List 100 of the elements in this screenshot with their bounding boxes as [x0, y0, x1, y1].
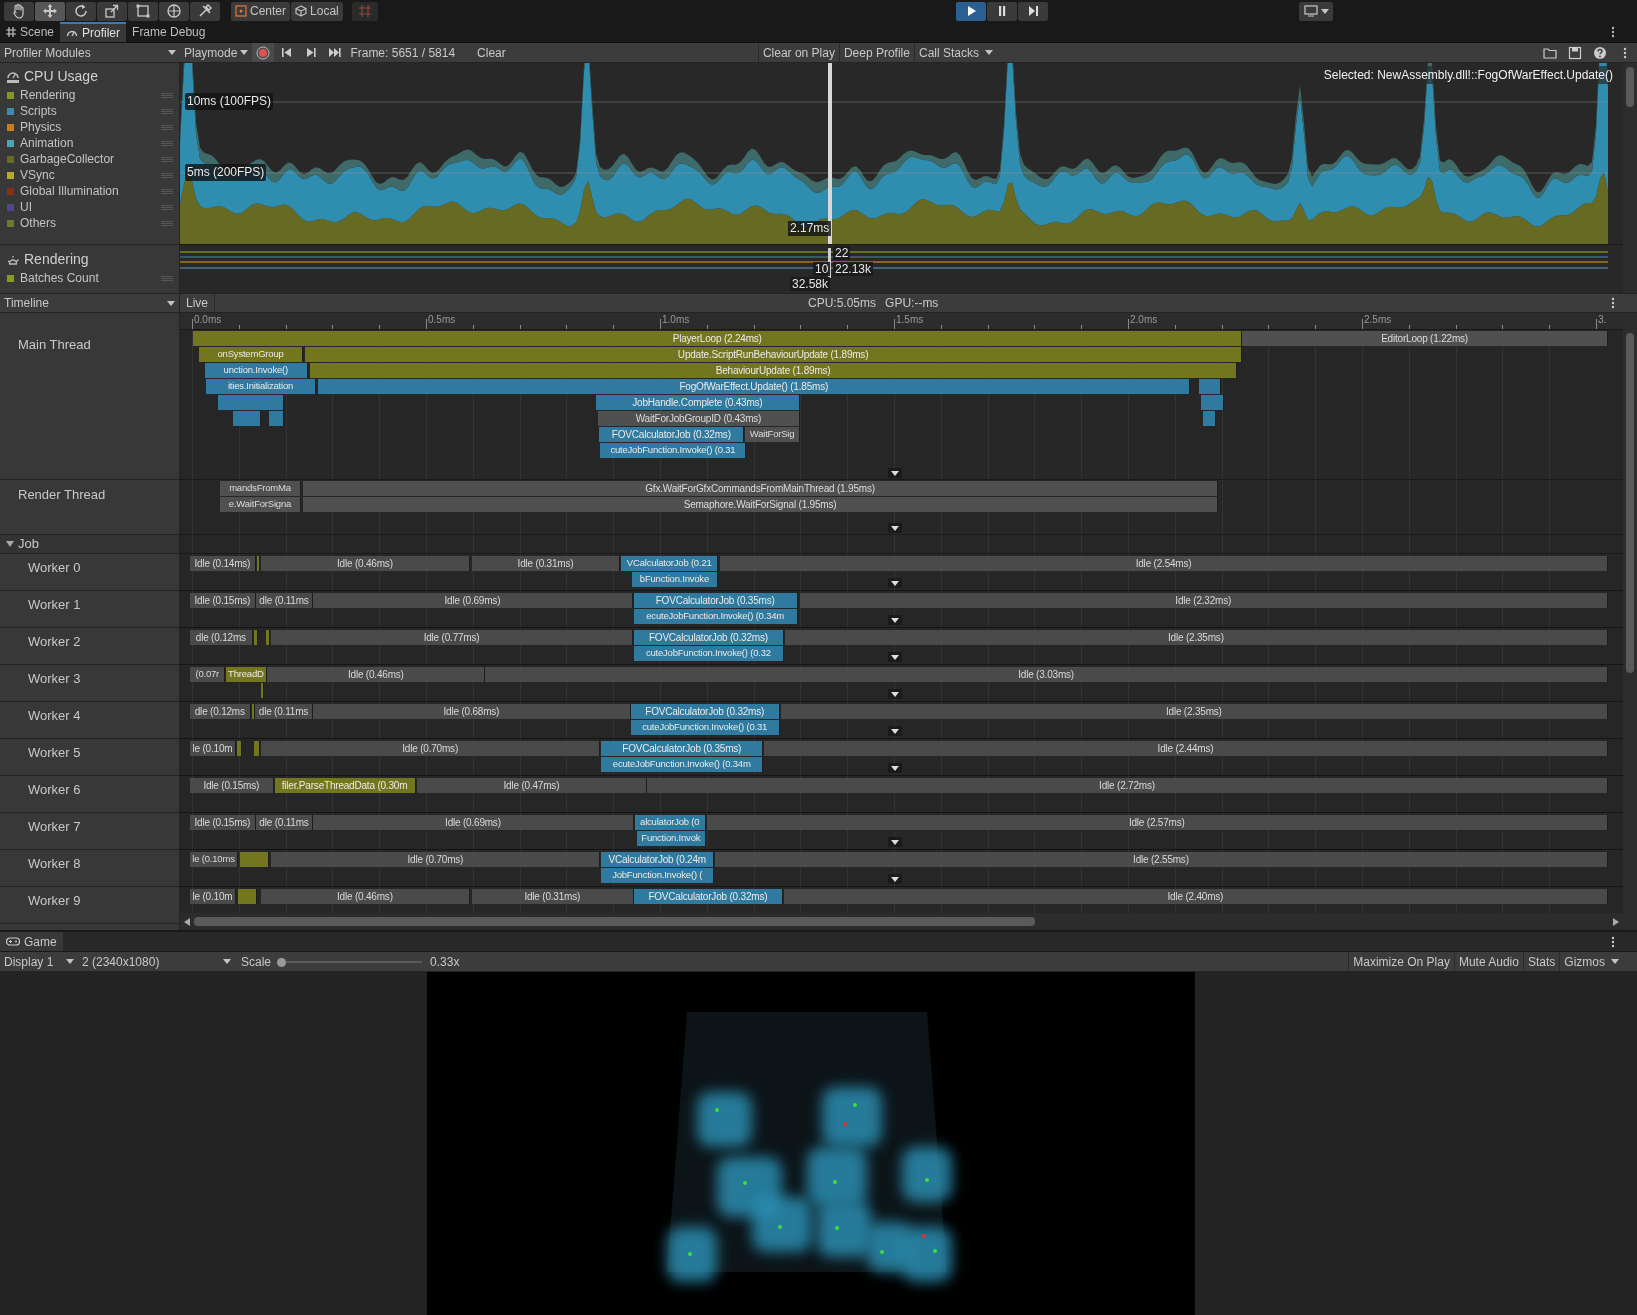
profiler-sample[interactable]: Idle (2.54ms) [720, 556, 1608, 571]
grid-snap-button[interactable] [351, 1, 378, 21]
display-dropdown[interactable]: Display 1 [0, 952, 78, 971]
thread-label[interactable]: Worker 9 [28, 891, 81, 911]
thread-label[interactable]: Worker 6 [28, 780, 81, 800]
profiler-sample[interactable]: Idle (3.03ms) [485, 667, 1608, 682]
profiler-sample[interactable]: cuteJobFunction.Invoke() (0.31 [600, 443, 747, 458]
tool-button[interactable] [4, 1, 34, 21]
window-tab[interactable]: Game [0, 932, 63, 951]
thread-label[interactable]: Worker 2 [28, 632, 81, 652]
profiler-sample[interactable]: (0.07r [190, 667, 226, 682]
playback-button[interactable] [987, 1, 1017, 21]
record-button[interactable] [252, 43, 275, 62]
profiler-sample[interactable]: Function.Invok [636, 831, 706, 846]
profiler-sample[interactable]: Idle (0.31ms) [471, 889, 634, 904]
profiler-sample[interactable]: Idle (2.35ms) [780, 704, 1608, 719]
clear-button[interactable]: Clear [471, 43, 512, 62]
collapse-caret-icon[interactable] [887, 726, 902, 736]
scrollbar-thumb[interactable] [1626, 67, 1634, 107]
scroll-right-icon[interactable] [1613, 917, 1619, 926]
thread-label[interactable]: Worker 1 [28, 595, 81, 615]
collapse-caret-icon[interactable] [887, 523, 902, 533]
window-tab[interactable]: Profiler [60, 22, 127, 42]
collapse-caret-icon[interactable] [887, 615, 902, 625]
profiler-sample[interactable]: filer.ParseThreadData (0.30m [274, 778, 416, 793]
profiler-sample[interactable]: VCalculatorJob (0.24m [601, 852, 715, 867]
profiler-sample[interactable] [1200, 395, 1224, 410]
profiler-sample[interactable]: FogOfWarEffect.Update() (1.85ms) [318, 379, 1191, 394]
thread-label[interactable]: Worker 7 [28, 817, 81, 837]
collapse-caret-icon[interactable] [887, 874, 902, 884]
target-dropdown[interactable]: Playmode [180, 43, 253, 62]
tool-button[interactable] [190, 1, 220, 21]
live-toggle[interactable]: Live [180, 293, 215, 313]
profiler-sample[interactable] [238, 889, 257, 904]
profiler-sample[interactable] [261, 683, 265, 698]
drag-handle-icon[interactable] [161, 140, 173, 146]
drag-handle-icon[interactable] [161, 108, 173, 114]
profiler-sample[interactable]: onSystemGroup [199, 347, 303, 362]
profiler-sample[interactable]: WaitForSig [745, 427, 800, 442]
legend-label[interactable]: GarbageCollector [20, 150, 161, 168]
profiler-sample[interactable]: Idle (0.70ms) [261, 741, 601, 756]
profiler-sample[interactable]: Idle (2.55ms) [715, 852, 1608, 867]
toggle-button[interactable]: Mute Audio [1453, 952, 1523, 971]
modules-dropdown[interactable]: Profiler Modules [0, 43, 180, 62]
profiler-sample[interactable]: Gfx.WaitForGfxCommandsFromMainThread (1.95ms) [302, 481, 1219, 496]
profiler-sample[interactable]: le (0.10m [190, 741, 236, 756]
profiler-sample[interactable]: Idle (0.47ms) [416, 778, 648, 793]
profiler-sample[interactable] [266, 630, 271, 645]
toggle-button[interactable]: Clear on Play [757, 43, 839, 62]
profiler-sample[interactable]: FOVCalculatorJob (0.32ms) [633, 630, 785, 645]
profiler-sample[interactable]: Idle (2.40ms) [784, 889, 1608, 904]
drag-handle-icon[interactable] [161, 124, 173, 130]
profiler-sample[interactable]: Idle (0.14ms) [190, 556, 256, 571]
more-options-icon[interactable] [1611, 297, 1615, 309]
legend-label[interactable]: Scripts [20, 102, 161, 120]
profiler-sample[interactable]: le (0.10ms [190, 852, 238, 867]
profiler-sample[interactable]: WaitForJobGroupID (0.43ms) [598, 411, 800, 426]
thread-label[interactable]: Render Thread [18, 485, 106, 505]
profiler-sample[interactable]: Idle (0.70ms) [271, 852, 601, 867]
drag-handle-icon[interactable] [161, 92, 173, 98]
scrollbar-thumb[interactable] [194, 917, 1035, 926]
scroll-left-icon[interactable] [184, 917, 190, 926]
collapse-caret-icon[interactable] [887, 468, 902, 478]
profiler-sample[interactable]: dle (0.12ms [190, 630, 253, 645]
profiler-sample[interactable]: JobFunction.Invoke() ( [601, 868, 715, 883]
profiler-sample[interactable]: le (0.10m [190, 889, 236, 904]
profiler-sample[interactable]: FOVCalculatorJob (0.32ms) [633, 889, 783, 904]
tool-button[interactable] [35, 1, 65, 21]
pivot-button[interactable]: Local [291, 1, 343, 21]
slider-thumb[interactable] [277, 957, 287, 967]
module-title[interactable]: Rendering [24, 249, 89, 270]
profiler-sample[interactable]: BehaviourUpdate (1.89ms) [310, 363, 1238, 378]
profiler-sample[interactable]: Idle (0.46ms) [261, 556, 470, 571]
collapse-caret-icon[interactable] [887, 578, 902, 588]
profiler-sample[interactable] [240, 852, 270, 867]
profiler-sample[interactable]: EditorLoop (1.22ms) [1242, 331, 1608, 346]
legend-label[interactable]: VSync [20, 166, 161, 184]
profiler-sample[interactable]: cuteJobFunction.Invoke() (0.31 [630, 720, 780, 735]
profiler-sample[interactable]: JobHandle.Complete (0.43ms) [596, 395, 800, 410]
toggle-button[interactable]: Stats [1522, 952, 1560, 971]
drag-handle-icon[interactable] [161, 275, 173, 281]
profiler-sample[interactable]: cuteJobFunction.Invoke() (0.32 [633, 646, 785, 661]
call-stacks-button[interactable]: Call Stacks [913, 43, 997, 62]
profiler-sample[interactable]: ThreadD [225, 667, 268, 682]
scrollbar-thumb[interactable] [1626, 333, 1634, 673]
profiler-sample[interactable]: Idle (0.46ms) [261, 889, 470, 904]
drag-handle-icon[interactable] [161, 220, 173, 226]
profiler-sample[interactable]: dle (0.12ms [190, 704, 251, 719]
tool-button[interactable] [159, 1, 189, 21]
window-tab[interactable]: Frame Debug [126, 22, 212, 42]
profiler-sample[interactable] [1202, 411, 1217, 426]
legend-label[interactable]: UI [20, 198, 161, 216]
collapse-caret-icon[interactable] [887, 837, 902, 847]
rendering-graph[interactable] [180, 248, 1608, 278]
profiler-sample[interactable]: FOVCalculatorJob (0.32ms) [599, 427, 745, 442]
pivot-button[interactable]: Center [231, 1, 291, 21]
profiler-sample[interactable]: mandsFromMa [220, 481, 301, 496]
tool-button[interactable] [66, 1, 96, 21]
thread-label[interactable]: Worker 0 [28, 558, 81, 578]
thread-label[interactable]: Worker 3 [28, 669, 81, 689]
